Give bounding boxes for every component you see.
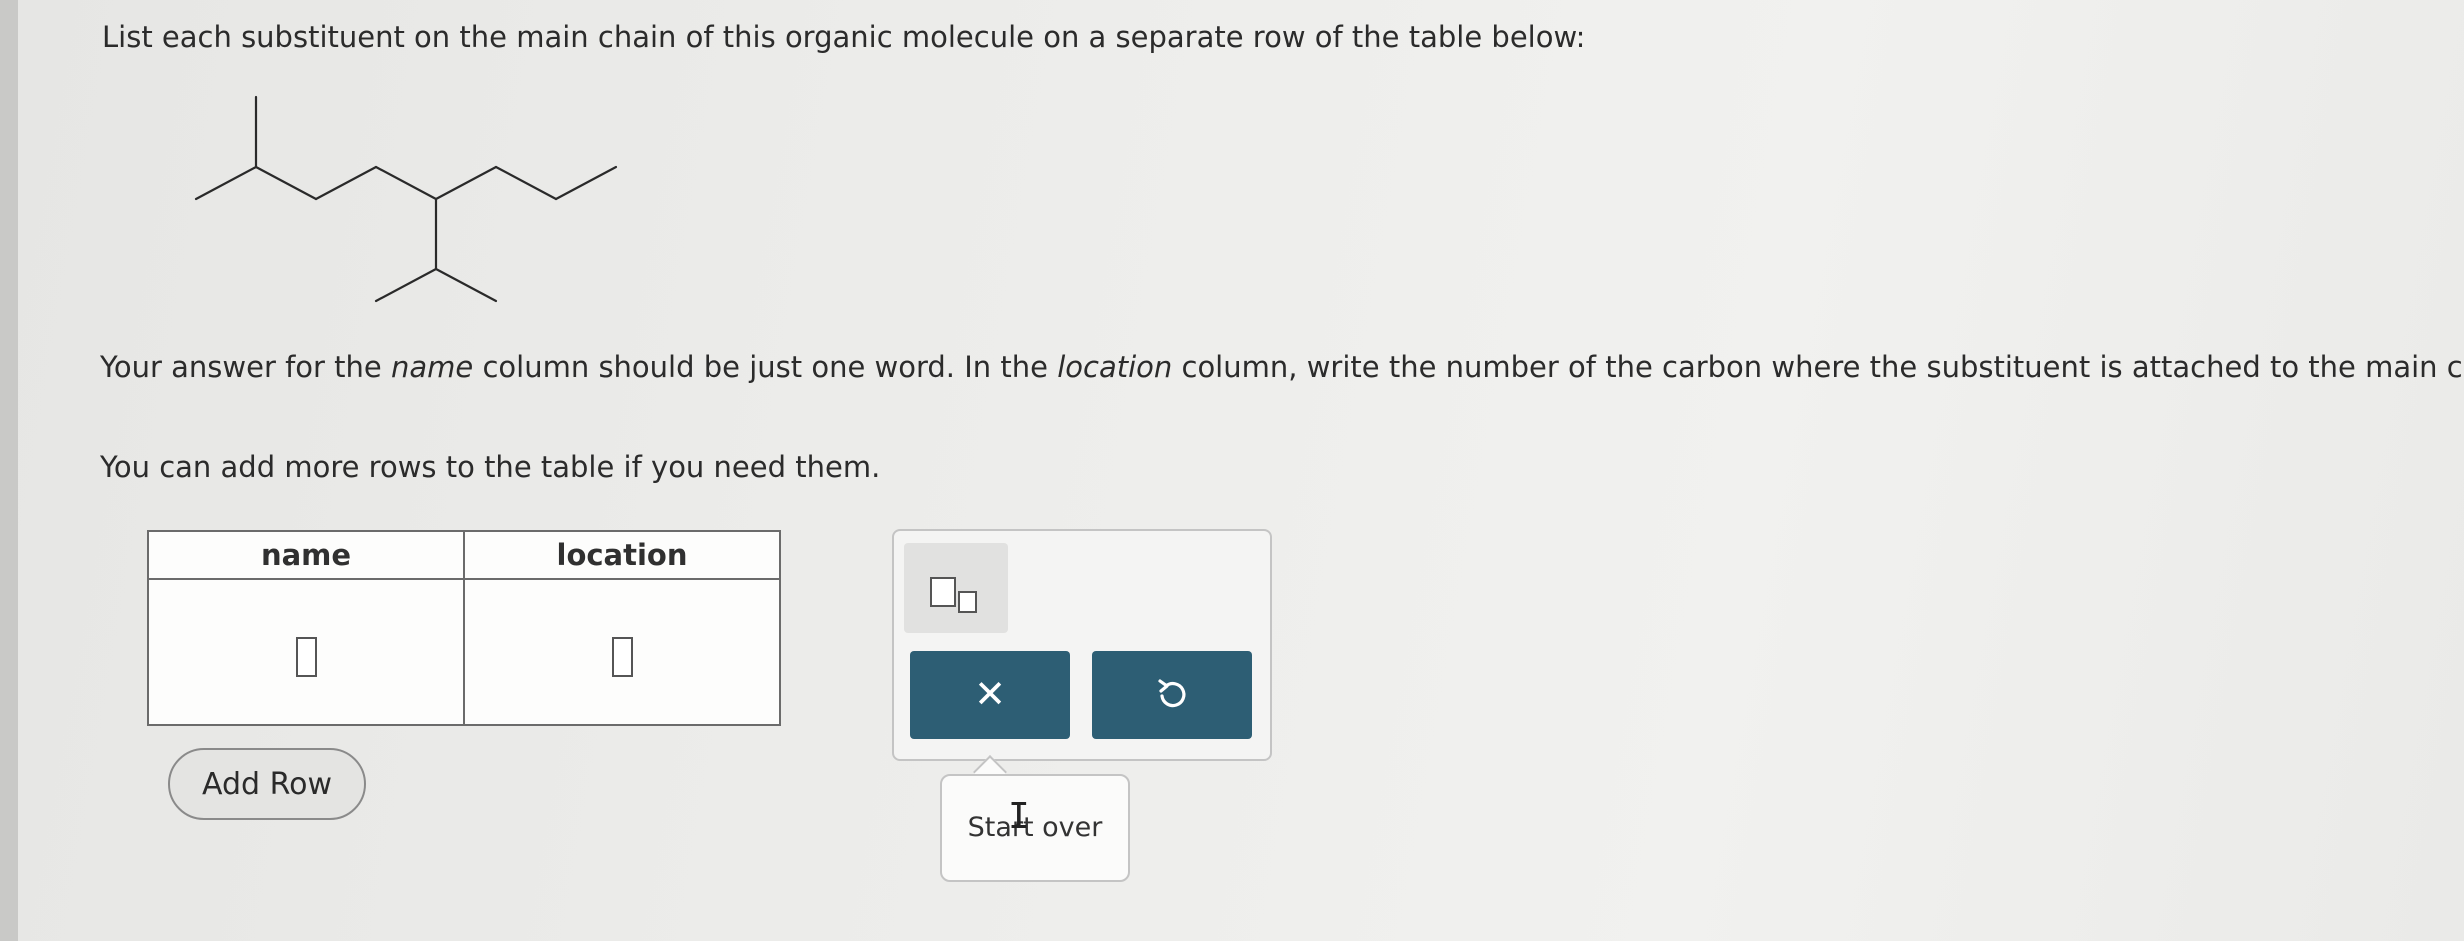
subscript-base-box — [930, 577, 956, 607]
subscript-icon[interactable] — [904, 543, 1008, 633]
window-edge — [0, 0, 18, 941]
instructions: Your answer for the name column should b… — [100, 350, 2464, 385]
name-input[interactable] — [295, 637, 317, 677]
table-row — [147, 578, 781, 726]
name-cell[interactable] — [147, 578, 465, 726]
instruction-text-1: Your answer for the — [100, 350, 391, 384]
answer-tools-panel: ✕ — [892, 529, 1272, 761]
add-more-note: You can add more rows to the table if yo… — [100, 450, 881, 484]
location-input[interactable] — [611, 637, 633, 677]
answer-table: name location — [147, 530, 781, 726]
start-over-tooltip: Start over — [940, 774, 1130, 882]
skeletal-structure-image — [194, 95, 618, 303]
add-row-button[interactable]: Add Row — [168, 748, 366, 820]
undo-icon[interactable] — [1092, 651, 1252, 739]
location-cell[interactable] — [463, 578, 781, 726]
undo-glyph — [1158, 679, 1186, 708]
question-prompt: List each substituent on the main chain … — [102, 20, 1586, 54]
instruction-text-3: column, write the number of the carbon w… — [1172, 350, 2464, 384]
name-column-header: name — [147, 530, 465, 580]
instruction-text-2: column should be just one word. In the — [473, 350, 1058, 384]
clear-button[interactable]: ✕ — [910, 651, 1070, 739]
subscript-sub-box — [958, 591, 977, 613]
instruction-location-word: location — [1057, 350, 1173, 384]
location-column-header: location — [463, 530, 781, 580]
text-cursor-icon: I — [1008, 796, 1030, 837]
instruction-name-word: name — [391, 350, 474, 384]
